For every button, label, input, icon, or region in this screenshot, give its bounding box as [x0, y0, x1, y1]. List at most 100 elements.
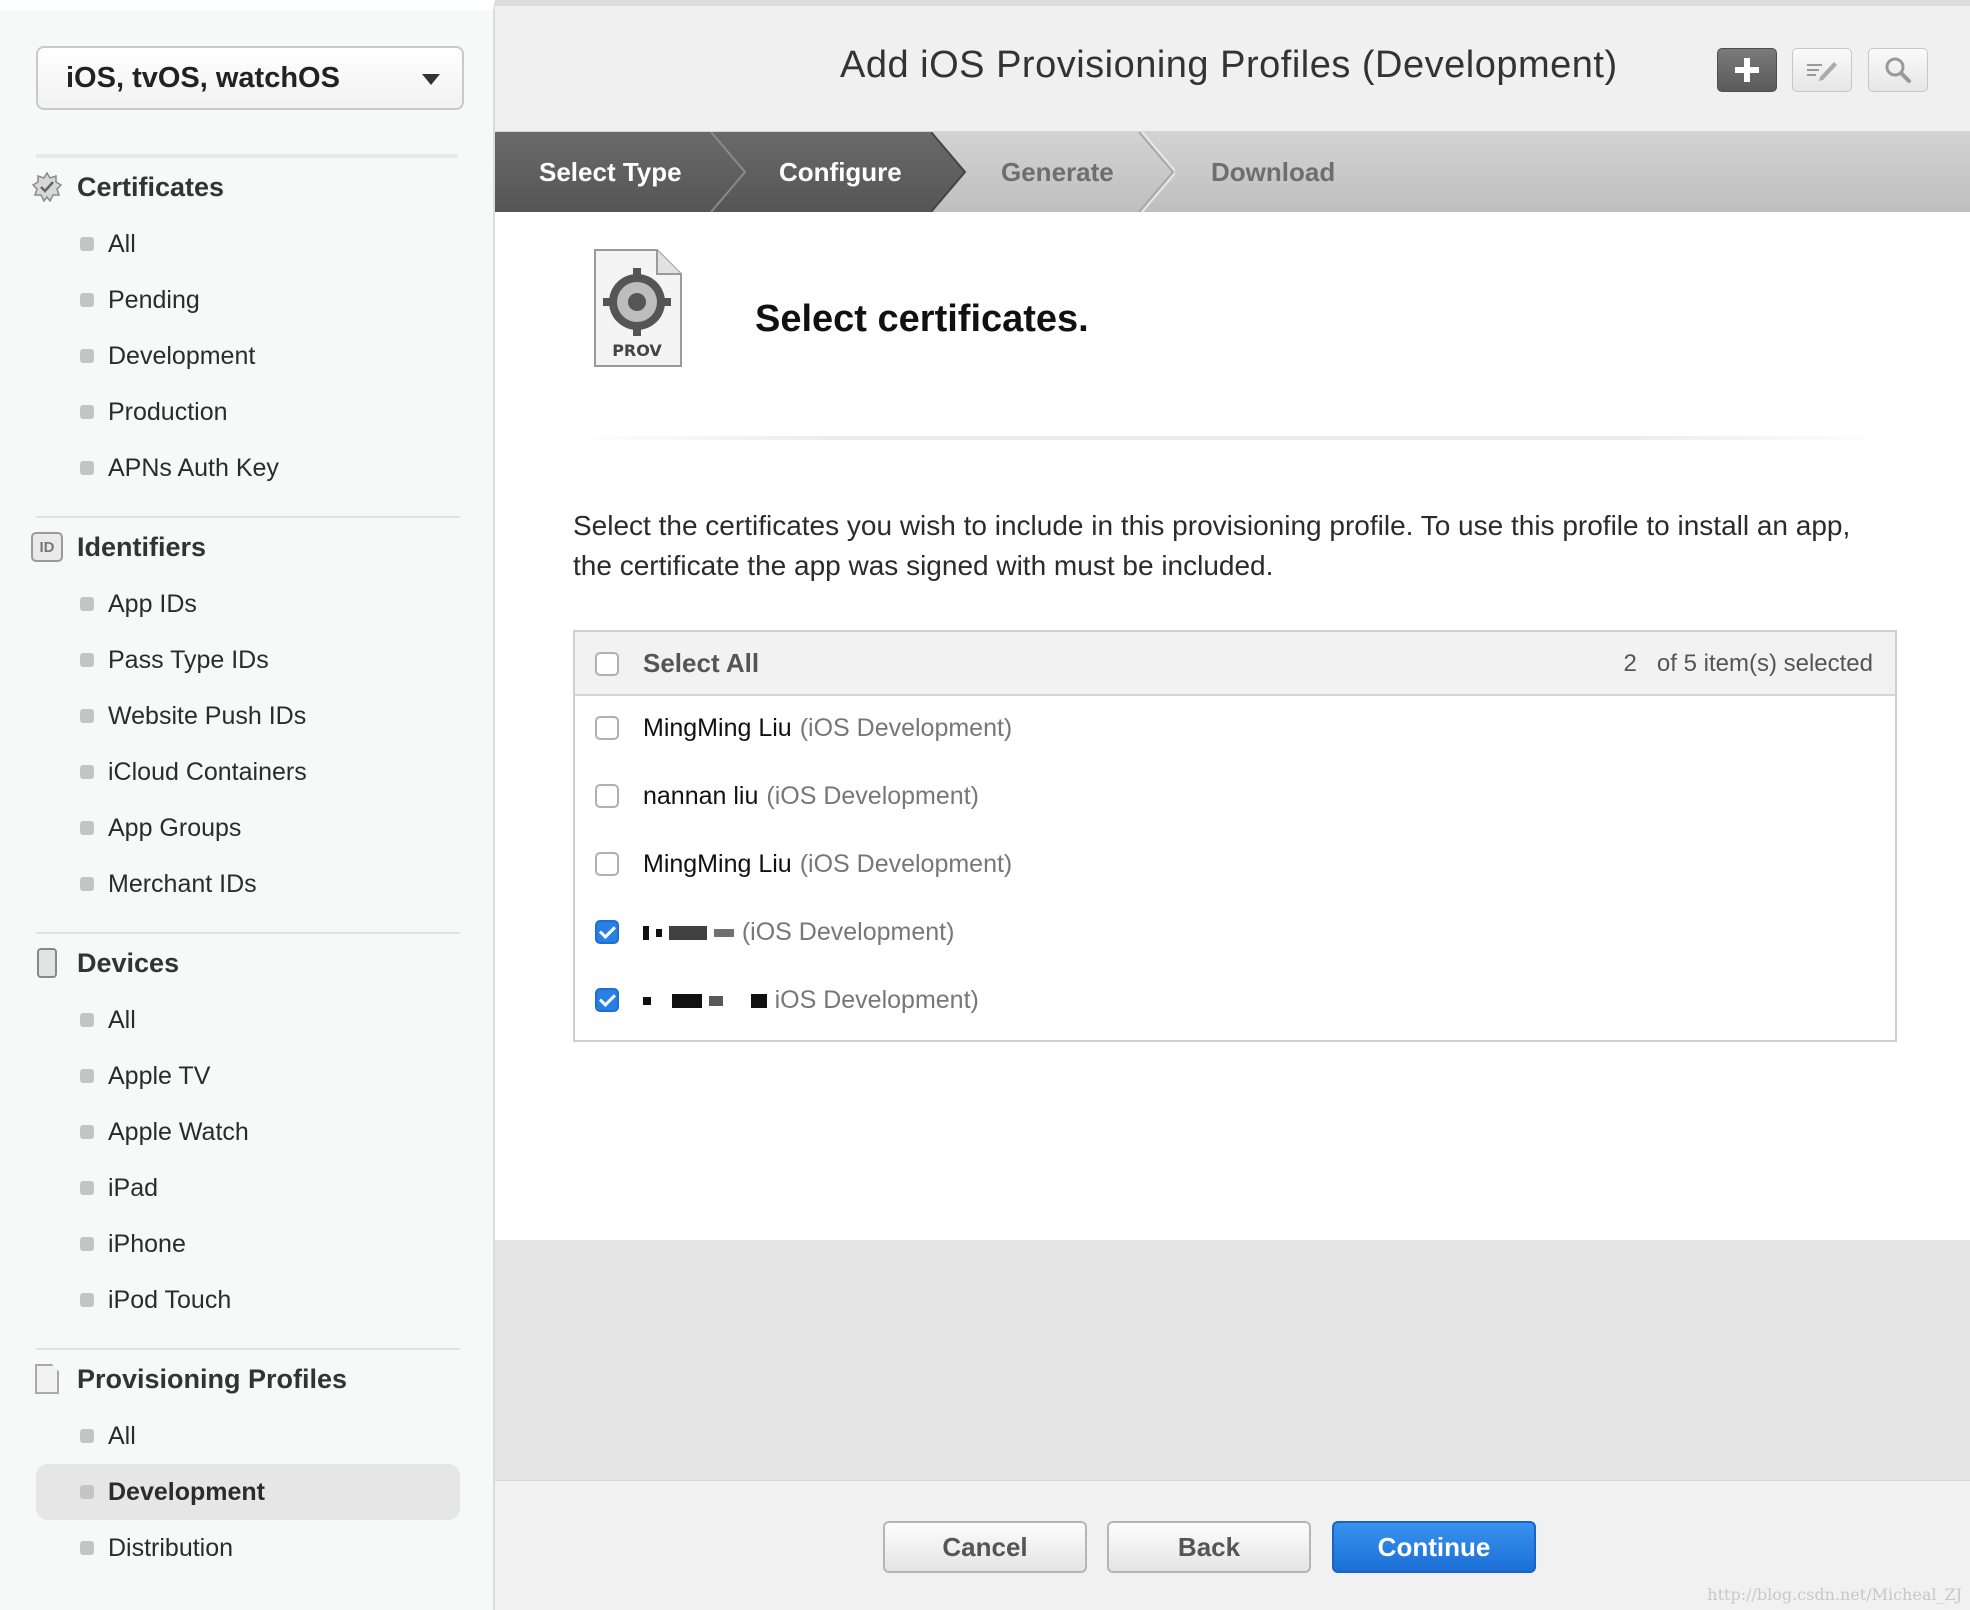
sidebar-item-iphone[interactable]: iPhone	[36, 1216, 460, 1272]
sidebar-item-label: iPad	[108, 1173, 159, 1202]
sidebar-divider	[36, 154, 458, 158]
sidebar-section-identifiers[interactable]: ID Identifiers	[30, 527, 206, 567]
sidebar-item-profiles-development[interactable]: Development	[36, 1464, 460, 1520]
sidebar-item-label: Development	[108, 341, 256, 370]
page-title: Add iOS Provisioning Profiles (Developme…	[840, 44, 1618, 86]
bullet-icon	[80, 597, 94, 611]
id-icon: ID	[31, 532, 63, 562]
sidebar-item-label: App IDs	[108, 589, 197, 618]
sidebar-item-website-push-ids[interactable]: Website Push IDs	[36, 688, 460, 744]
sidebar-item-app-groups[interactable]: App Groups	[36, 800, 460, 856]
sidebar-item-app-ids[interactable]: App IDs	[36, 576, 460, 632]
sidebar-item-certificates-all[interactable]: All	[36, 216, 460, 272]
bullet-icon	[80, 765, 94, 779]
selected-count-number: 2	[1623, 650, 1637, 677]
header: Add iOS Provisioning Profiles (Developme…	[495, 0, 1970, 132]
bullet-icon	[80, 821, 94, 835]
content-gray-band	[495, 1240, 1970, 1480]
bullet-icon	[80, 1429, 94, 1443]
sidebar-item-label: App Groups	[108, 813, 242, 842]
edit-icon	[1807, 62, 1837, 81]
certificate-checkbox[interactable]	[595, 716, 619, 740]
sidebar-item-label: Pending	[108, 285, 200, 314]
bullet-icon	[80, 1013, 94, 1027]
bullet-icon	[80, 405, 94, 419]
selected-count: 2 of 5 item(s) selected	[1624, 650, 1873, 678]
certificate-row[interactable]: nannan liu (iOS Development)	[575, 764, 1895, 832]
certificate-checkbox[interactable]	[595, 988, 619, 1012]
search-icon	[1885, 57, 1911, 83]
bullet-icon	[80, 349, 94, 363]
sidebar-section-provisioning-profiles[interactable]: Provisioning Profiles	[30, 1359, 347, 1399]
sidebar-item-apple-tv[interactable]: Apple TV	[36, 1048, 460, 1104]
sidebar-item-label: All	[108, 1421, 136, 1450]
sidebar-item-certificates-apns[interactable]: APNs Auth Key	[36, 440, 460, 496]
sidebar-item-label: Apple TV	[108, 1061, 211, 1090]
certificate-list: Select All 2 of 5 item(s) selected MingM…	[573, 630, 1897, 1042]
redacted-name	[643, 986, 767, 1014]
sidebar-item-label: Production	[108, 397, 228, 426]
sidebar-item-ipad[interactable]: iPad	[36, 1160, 460, 1216]
edit-button[interactable]	[1792, 48, 1852, 92]
platform-select[interactable]: iOS, tvOS, watchOS	[36, 46, 464, 110]
sidebar-item-merchant-ids[interactable]: Merchant IDs	[36, 856, 460, 912]
cancel-button[interactable]: Cancel	[883, 1521, 1087, 1573]
certificate-row[interactable]: MingMing Liu (iOS Development)	[575, 696, 1895, 764]
certificate-row[interactable]: iOS Development)	[575, 968, 1895, 1036]
sidebar-item-label: iPod Touch	[108, 1285, 232, 1314]
sidebar-item-label: APNs Auth Key	[108, 453, 279, 482]
device-icon	[37, 948, 57, 978]
sidebar-item-apple-watch[interactable]: Apple Watch	[36, 1104, 460, 1160]
step-select-type: Select Type	[539, 156, 682, 187]
sidebar-item-certificates-production[interactable]: Production	[36, 384, 460, 440]
continue-button[interactable]: Continue	[1332, 1521, 1536, 1573]
certificate-row[interactable]: (iOS Development)	[575, 900, 1895, 968]
certificate-checkbox[interactable]	[595, 920, 619, 944]
content-divider	[571, 436, 1891, 440]
search-button[interactable]	[1868, 48, 1928, 92]
selected-count-suffix: of 5 item(s) selected	[1656, 650, 1873, 677]
certificate-row[interactable]: MingMing Liu (iOS Development)	[575, 832, 1895, 900]
sidebar-item-profiles-distribution[interactable]: Distribution	[36, 1520, 460, 1576]
sidebar-divider	[36, 932, 460, 934]
certificate-checkbox[interactable]	[595, 784, 619, 808]
certificate-icon	[30, 170, 64, 204]
sidebar-item-certificates-pending[interactable]: Pending	[36, 272, 460, 328]
add-button[interactable]	[1717, 48, 1777, 92]
bullet-icon	[80, 1069, 94, 1083]
bullet-icon	[80, 1485, 94, 1499]
certificate-checkbox[interactable]	[595, 852, 619, 876]
sidebar-item-profiles-all[interactable]: All	[36, 1408, 460, 1464]
sidebar-section-title: Identifiers	[77, 531, 207, 562]
sidebar-item-pass-type-ids[interactable]: Pass Type IDs	[36, 632, 460, 688]
sidebar-section-title: Devices	[77, 947, 180, 978]
plus-icon	[1735, 58, 1759, 82]
step-generate: Generate	[1001, 156, 1114, 187]
provisioning-profile-icon: PROV	[594, 249, 682, 367]
sidebar-item-label: Pass Type IDs	[108, 645, 269, 674]
sidebar-item-certificates-development[interactable]: Development	[36, 328, 460, 384]
sidebar-item-icloud-containers[interactable]: iCloud Containers	[36, 744, 460, 800]
back-button[interactable]: Back	[1107, 1521, 1311, 1573]
redacted-name	[643, 918, 734, 946]
content-area: PROV Select certificates. Select the cer…	[495, 212, 1970, 1240]
certificate-type: (iOS Development)	[799, 850, 1013, 878]
select-all-checkbox[interactable]	[595, 652, 619, 676]
sidebar-item-devices-all[interactable]: All	[36, 992, 460, 1048]
certificate-type: (iOS Development)	[741, 918, 955, 946]
step-download: Download	[1211, 156, 1336, 187]
sidebar-item-ipod-touch[interactable]: iPod Touch	[36, 1272, 460, 1328]
step-configure: Configure	[779, 156, 902, 187]
bullet-icon	[80, 1237, 94, 1251]
certificate-list-header: Select All 2 of 5 item(s) selected	[575, 632, 1895, 696]
sidebar-item-label: Merchant IDs	[108, 869, 257, 898]
document-icon	[35, 1364, 59, 1394]
bullet-icon	[80, 1125, 94, 1139]
sidebar-item-label: iPhone	[108, 1229, 186, 1258]
bullet-icon	[80, 1181, 94, 1195]
watermark-text: http://blog.csdn.net/Micheal_ZJ	[1707, 1585, 1962, 1604]
sidebar-section-certificates[interactable]: Certificates	[30, 167, 224, 207]
main-panel: Add iOS Provisioning Profiles (Developme…	[495, 0, 1970, 1610]
sidebar-section-devices[interactable]: Devices	[30, 943, 179, 983]
chevron-down-icon	[422, 74, 440, 85]
